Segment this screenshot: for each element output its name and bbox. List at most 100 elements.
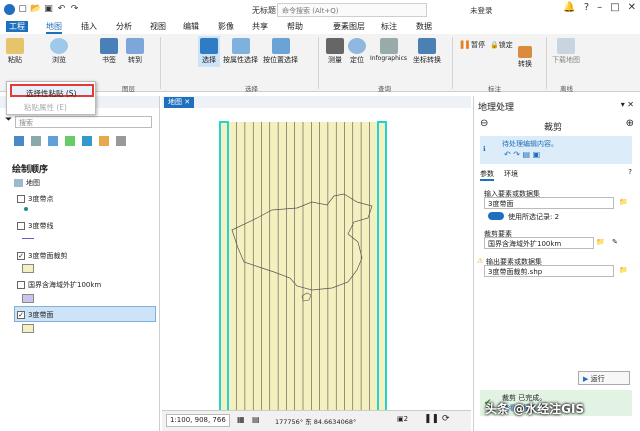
help-icon[interactable]: ? xyxy=(584,2,589,13)
drawing-order-heading: 绘制顺序 xyxy=(12,165,49,175)
layout-icon[interactable]: ▦ xyxy=(237,415,245,424)
browse-folder-icon[interactable]: 📁 xyxy=(619,198,628,206)
tab-environments[interactable]: 环境 xyxy=(504,169,518,179)
maximize-icon[interactable]: □ xyxy=(610,2,619,13)
list-by-labeling-icon[interactable] xyxy=(99,136,109,146)
tab-feature-layer[interactable]: 要素图层 xyxy=(333,21,365,32)
redo-icon[interactable]: ↷ xyxy=(69,4,80,15)
undo-icon[interactable]: ↶ xyxy=(56,4,67,15)
tab-labeling[interactable]: 标注 xyxy=(381,21,397,32)
layer-checkbox[interactable] xyxy=(17,222,25,230)
explore-button[interactable]: 浏览 xyxy=(50,38,68,65)
refresh-icon[interactable]: ⟳ xyxy=(442,414,450,424)
layer-checkbox[interactable] xyxy=(17,195,25,203)
sketch-icon[interactable]: ✎ xyxy=(612,238,618,246)
tab-map[interactable]: 地图 xyxy=(46,21,62,34)
infographics-button[interactable]: Infographics xyxy=(370,38,407,62)
run-button[interactable]: ▶ 运行 xyxy=(578,371,630,385)
output-features-field[interactable]: 3度带面裁剪.shp xyxy=(484,265,614,277)
back-icon[interactable]: ⊖ xyxy=(480,118,488,129)
map-node[interactable]: 地图 xyxy=(14,178,40,188)
layer-checkbox[interactable]: ✓ xyxy=(17,311,25,319)
list-by-drawing-order-icon[interactable] xyxy=(14,136,24,146)
download-map-label: 下载地图 xyxy=(552,56,580,64)
lock-button[interactable]: 🔒锁定 xyxy=(490,40,513,50)
layer-row[interactable]: 3度带线 xyxy=(17,221,53,231)
map-name: 地图 xyxy=(26,179,40,187)
separator xyxy=(160,37,161,89)
tab-project[interactable]: 工程 xyxy=(6,21,28,32)
browse-folder-icon[interactable]: 📁 xyxy=(596,238,605,246)
download-map-button[interactable]: 下载地图 xyxy=(552,38,580,65)
layer-row[interactable]: 国界含海域外扩100km xyxy=(17,280,101,290)
ruler-icon xyxy=(326,38,344,54)
contents-search-input[interactable]: 搜索 xyxy=(15,116,152,128)
goto-button[interactable]: 转到 xyxy=(126,38,144,65)
layer-checkbox[interactable] xyxy=(17,281,25,289)
pause-labeling-button[interactable]: ▐▐ 暂停 xyxy=(458,40,485,50)
layer-row[interactable]: ✓ 3度带面裁剪 xyxy=(17,251,67,261)
select-button[interactable]: 选择 xyxy=(198,36,220,67)
use-selected-toggle[interactable] xyxy=(488,212,504,220)
polygon-symbol xyxy=(22,324,34,333)
tab-help[interactable]: 帮助 xyxy=(287,21,303,32)
notification-icon[interactable]: 🔔 xyxy=(563,2,575,13)
edit-tools-icons[interactable]: ↶ ↷ ▤ ▣ xyxy=(504,150,540,159)
list-by-perspective-icon[interactable] xyxy=(116,136,126,146)
save-icon[interactable]: ▣ xyxy=(43,4,54,15)
measure-button[interactable]: 测量 xyxy=(326,38,344,65)
input-features-field[interactable]: 3度带面 xyxy=(484,197,614,209)
warning-icon: ⚠ xyxy=(477,257,484,265)
list-by-editing-icon[interactable] xyxy=(65,136,75,146)
map-canvas[interactable] xyxy=(162,110,471,410)
sign-in-link[interactable]: 未登录 xyxy=(470,5,493,16)
open-icon[interactable]: 📂 xyxy=(30,4,41,15)
paste-special-menu-item[interactable]: 选择性粘贴 (S) xyxy=(10,84,94,98)
list-by-source-icon[interactable] xyxy=(31,136,41,146)
bookmarks-label: 书签 xyxy=(102,56,116,64)
convert-button[interactable]: 转换 xyxy=(518,46,532,69)
locate-label: 定位 xyxy=(350,56,364,64)
bookmarks-button[interactable]: 书签 xyxy=(100,38,118,65)
list-by-selection-icon[interactable] xyxy=(48,136,58,146)
scale-input[interactable]: 1:100, 908, 766 xyxy=(166,414,230,427)
tab-view[interactable]: 视图 xyxy=(150,21,166,32)
select-by-attributes-button[interactable]: 按属性选择 xyxy=(223,38,258,65)
layer-row[interactable]: 3度带点 xyxy=(17,194,53,204)
command-search-input[interactable]: 命令搜索 (Alt+Q) xyxy=(277,3,427,17)
help-icon[interactable]: ? xyxy=(628,168,632,176)
tab-analysis[interactable]: 分析 xyxy=(116,21,132,32)
goto-label: 转到 xyxy=(128,56,142,64)
locate-button[interactable]: 定位 xyxy=(348,38,366,65)
polygon-symbol xyxy=(22,294,34,303)
select-by-location-button[interactable]: 按位置选择 xyxy=(263,38,298,65)
tab-edit[interactable]: 编辑 xyxy=(183,21,199,32)
browse-folder-icon[interactable]: 📁 xyxy=(619,266,628,274)
clip-features-field[interactable]: 国界含海域外扩100km xyxy=(484,237,594,249)
close-icon[interactable]: ✕ xyxy=(628,2,636,13)
coordinate-conversion-button[interactable]: 坐标转换 xyxy=(413,38,441,65)
tab-insert[interactable]: 插入 xyxy=(81,21,97,32)
layer-checkbox[interactable]: ✓ xyxy=(17,252,25,260)
add-icon[interactable]: ⊕ xyxy=(626,118,634,129)
tab-parameters[interactable]: 参数 xyxy=(480,169,494,181)
tab-data[interactable]: 数据 xyxy=(416,21,432,32)
paste-button[interactable]: 粘贴 xyxy=(6,38,24,65)
pause-drawing-icon[interactable]: ❚❚ xyxy=(424,414,439,424)
grid-icon[interactable]: ▤ xyxy=(252,415,260,424)
list-by-snapping-icon[interactable] xyxy=(82,136,92,146)
close-tab-icon[interactable]: ✕ xyxy=(184,98,190,106)
filter-icon[interactable]: ⏷ xyxy=(5,115,12,125)
new-icon[interactable]: ▢ xyxy=(17,4,28,15)
pane-options-icon[interactable]: ▾ ✕ xyxy=(621,100,634,109)
paste-attributes-menu-item[interactable]: 粘贴属性 (E) xyxy=(10,100,94,113)
separator xyxy=(546,37,547,89)
map-tab[interactable]: 地图 ✕ xyxy=(164,97,195,108)
locate-icon xyxy=(348,38,366,54)
lock-label: 锁定 xyxy=(498,41,513,49)
minimize-icon[interactable]: – xyxy=(597,2,602,13)
quick-access-toolbar: ▢ 📂 ▣ ↶ ↷ xyxy=(4,4,80,15)
layer-row[interactable]: ✓ 3度带面 xyxy=(17,310,53,320)
tab-imagery[interactable]: 影像 xyxy=(218,21,234,32)
tab-share[interactable]: 共享 xyxy=(252,21,268,32)
